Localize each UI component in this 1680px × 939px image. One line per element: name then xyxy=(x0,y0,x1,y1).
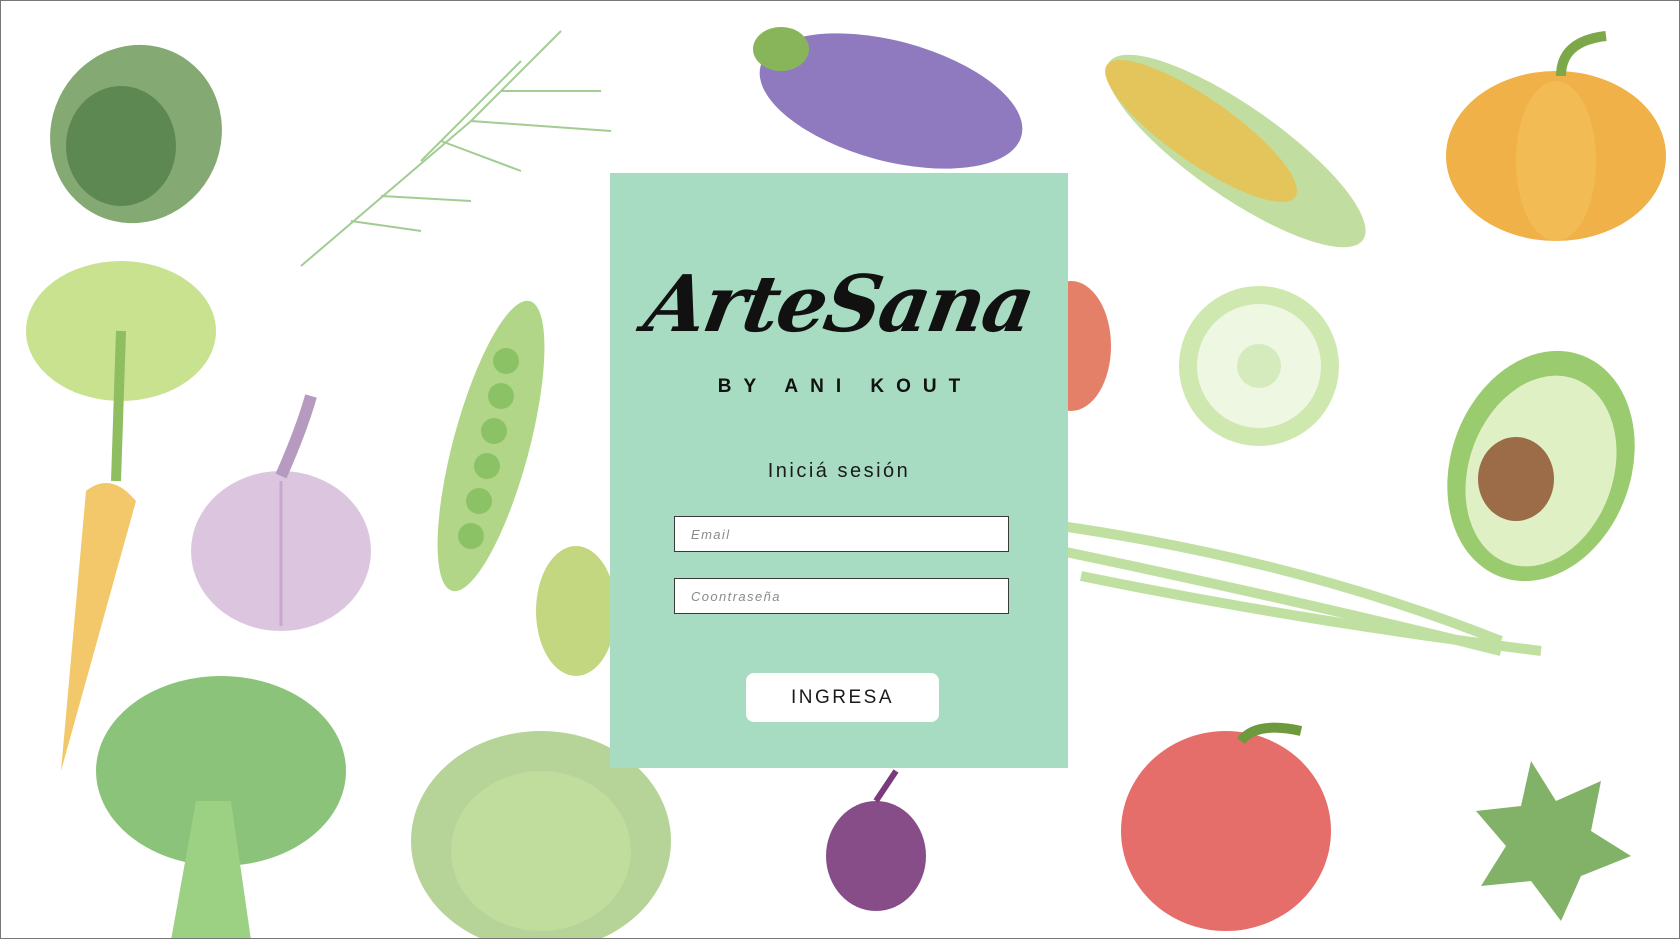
red-pepper-icon xyxy=(1121,722,1331,931)
eggplant-icon xyxy=(753,27,1023,169)
avocado-icon xyxy=(50,44,222,224)
herb-leaf-icon xyxy=(1476,761,1631,921)
login-page: ArteSana BY ANI KOUT Iniciá sesión INGRE… xyxy=(0,0,1680,939)
dill-icon xyxy=(300,30,612,267)
email-field[interactable] xyxy=(674,516,1009,552)
zucchini-icon xyxy=(536,546,616,676)
garlic-icon xyxy=(191,394,371,631)
celery-icon xyxy=(26,261,216,482)
brand-byline: BY ANI KOUT xyxy=(717,376,973,397)
cucumber-slice-icon xyxy=(1179,286,1339,446)
pumpkin-icon xyxy=(1446,31,1666,241)
avocado-half-icon xyxy=(1447,350,1635,582)
password-field[interactable] xyxy=(674,578,1009,614)
corn-icon xyxy=(1105,54,1366,248)
beet-icon xyxy=(826,769,926,911)
brand-logo: ArteSana xyxy=(638,259,1040,350)
submit-button[interactable]: INGRESA xyxy=(746,673,939,722)
login-title: Iniciá sesión xyxy=(767,460,911,482)
login-card: ArteSana BY ANI KOUT Iniciá sesión INGRE… xyxy=(610,173,1068,768)
pea-pod-icon xyxy=(437,300,545,592)
broccoli-icon xyxy=(96,676,346,938)
